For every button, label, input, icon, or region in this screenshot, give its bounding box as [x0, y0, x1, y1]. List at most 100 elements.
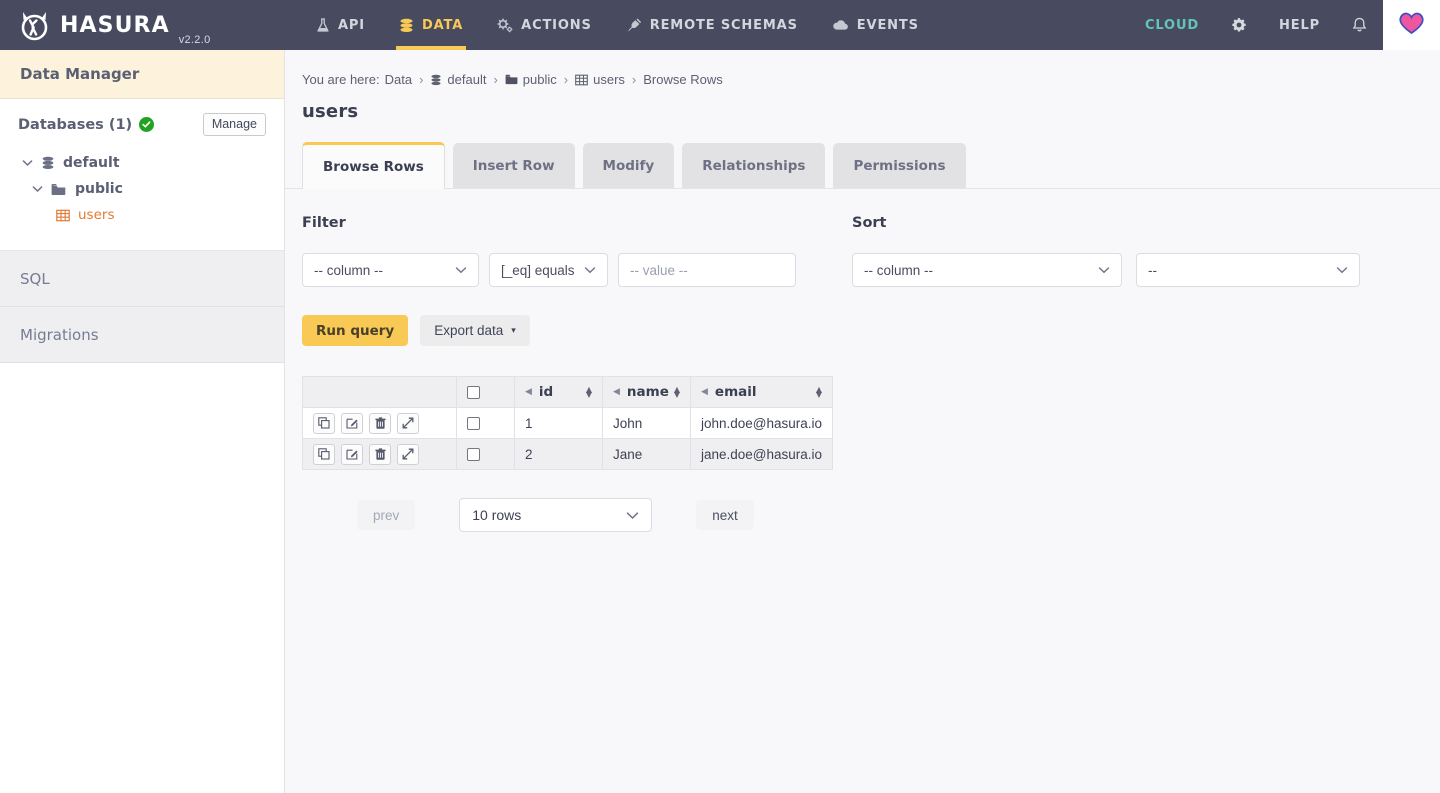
next-page-label: next [712, 508, 738, 523]
sort-icon[interactable]: ▲▼ [586, 387, 592, 397]
manage-databases-button[interactable]: Manage [203, 113, 266, 136]
header-id[interactable]: ◀ id ▲▼ [515, 377, 603, 408]
edit-icon[interactable] [341, 413, 363, 434]
filter-column-select[interactable]: -- column -- [302, 253, 479, 287]
nav-item-heart[interactable] [1383, 0, 1440, 50]
select-all-checkbox[interactable] [467, 386, 480, 399]
header-name[interactable]: ◀ name ▲▼ [603, 377, 691, 408]
edit-icon[interactable] [341, 444, 363, 465]
nav-label-actions: ACTIONS [521, 18, 592, 33]
brand-name: HASURA [60, 13, 170, 38]
row-select-cell [457, 439, 515, 470]
sidebar-label-migrations: Migrations [20, 326, 99, 344]
header-email[interactable]: ◀ email ▲▼ [691, 377, 833, 408]
tree-label-public: public [75, 181, 123, 197]
tree-label-default: default [63, 155, 120, 171]
tab-label-browse-rows: Browse Rows [323, 159, 424, 175]
chevron-down-icon[interactable] [32, 185, 43, 193]
header-label-name: name [627, 384, 669, 400]
nav-item-api[interactable]: API [299, 0, 382, 50]
breadcrumb-item-users[interactable]: users [575, 72, 625, 87]
header-actions [303, 377, 457, 408]
tree-item-public[interactable]: public [18, 176, 266, 202]
nav-item-remote-schemas[interactable]: REMOTE SCHEMAS [609, 0, 815, 50]
nav-label-data: DATA [422, 18, 463, 33]
clone-icon[interactable] [313, 413, 335, 434]
row-checkbox[interactable] [467, 448, 480, 461]
caret-left-icon: ◀ [525, 387, 532, 397]
query-actions: Run query Export data ▾ [285, 287, 1440, 346]
tab-permissions[interactable]: Permissions [833, 143, 965, 189]
sidebar-item-migrations[interactable]: Migrations [0, 307, 284, 363]
gear-icon [1231, 17, 1247, 33]
caret-left-icon: ◀ [613, 387, 620, 397]
chevron-down-icon [455, 266, 467, 274]
nav-item-settings[interactable] [1215, 0, 1263, 50]
sidebar-header-title: Data Manager [20, 65, 139, 83]
expand-icon[interactable] [397, 444, 419, 465]
tab-insert-row[interactable]: Insert Row [453, 143, 575, 189]
filter-value-input[interactable]: -- value -- [618, 253, 796, 287]
cell-name: Jane [603, 439, 691, 470]
nav-item-notifications[interactable] [1336, 0, 1383, 50]
delete-icon[interactable] [369, 444, 391, 465]
sort-direction-select[interactable]: -- [1136, 253, 1360, 287]
nav-item-actions[interactable]: ACTIONS [480, 0, 609, 50]
brand-home-link[interactable]: HASURA v2.2.0 [0, 0, 285, 50]
chevron-down-icon [1336, 266, 1348, 274]
nav-label-events: EVENTS [857, 18, 919, 33]
filter-column-value: -- column -- [314, 263, 383, 278]
tab-label-insert-row: Insert Row [473, 158, 555, 174]
sort-icon[interactable]: ▲▼ [674, 387, 680, 397]
run-query-button[interactable]: Run query [302, 315, 408, 346]
prev-page-button[interactable]: prev [357, 500, 415, 530]
breadcrumb-separator: › [493, 72, 497, 87]
tree-item-default[interactable]: default [18, 150, 266, 176]
row-checkbox[interactable] [467, 417, 480, 430]
tab-modify[interactable]: Modify [583, 143, 675, 189]
databases-label: Databases (1) [18, 117, 132, 133]
expand-icon[interactable] [397, 413, 419, 434]
sort-column-select[interactable]: -- column -- [852, 253, 1122, 287]
header-select-all [457, 377, 515, 408]
breadcrumb-separator: › [632, 72, 636, 87]
tree-label-users: users [78, 207, 114, 223]
nav-item-data[interactable]: DATA [382, 0, 480, 50]
filter-value-placeholder: -- value -- [630, 263, 688, 278]
breadcrumb-label-default: default [447, 72, 486, 87]
database-icon [430, 74, 442, 86]
nav-label-help: HELP [1279, 18, 1320, 33]
chevron-down-icon [626, 511, 639, 520]
tab-label-permissions: Permissions [853, 158, 945, 174]
next-page-button[interactable]: next [696, 500, 754, 530]
check-circle-icon [139, 117, 154, 132]
nav-item-help[interactable]: HELP [1263, 0, 1336, 50]
tree-item-users[interactable]: users [18, 202, 266, 228]
breadcrumb-separator: › [419, 72, 423, 87]
nav-label-cloud: CLOUD [1145, 18, 1199, 33]
filter-controls: -- column -- [_eq] equals [302, 253, 845, 287]
table-icon [575, 74, 588, 86]
tab-relationships[interactable]: Relationships [682, 143, 825, 189]
filter-operator-select[interactable]: [_eq] equals [489, 253, 608, 287]
export-data-button[interactable]: Export data ▾ [420, 315, 530, 346]
rows-per-page-select[interactable]: 10 rows [459, 498, 652, 532]
table-tabs: Browse Rows Insert Row Modify Relationsh… [285, 122, 1440, 189]
filter-title: Filter [302, 215, 845, 231]
breadcrumb-label-browse-rows: Browse Rows [643, 72, 722, 87]
clone-icon[interactable] [313, 444, 335, 465]
nav-item-cloud[interactable]: CLOUD [1129, 0, 1215, 50]
sort-icon[interactable]: ▲▼ [816, 387, 822, 397]
caret-down-icon: ▾ [511, 325, 516, 336]
tab-browse-rows[interactable]: Browse Rows [302, 142, 445, 189]
chevron-down-icon[interactable] [22, 159, 33, 167]
sidebar-item-sql[interactable]: SQL [0, 251, 284, 307]
page-title: users [285, 87, 1440, 122]
breadcrumb-item-data[interactable]: Data [385, 72, 412, 87]
cell-name: John [603, 408, 691, 439]
delete-icon[interactable] [369, 413, 391, 434]
breadcrumb-item-default[interactable]: default [430, 72, 486, 87]
breadcrumb-item-public[interactable]: public [505, 72, 557, 87]
nav-item-events[interactable]: EVENTS [815, 0, 936, 50]
table-icon [56, 209, 70, 222]
